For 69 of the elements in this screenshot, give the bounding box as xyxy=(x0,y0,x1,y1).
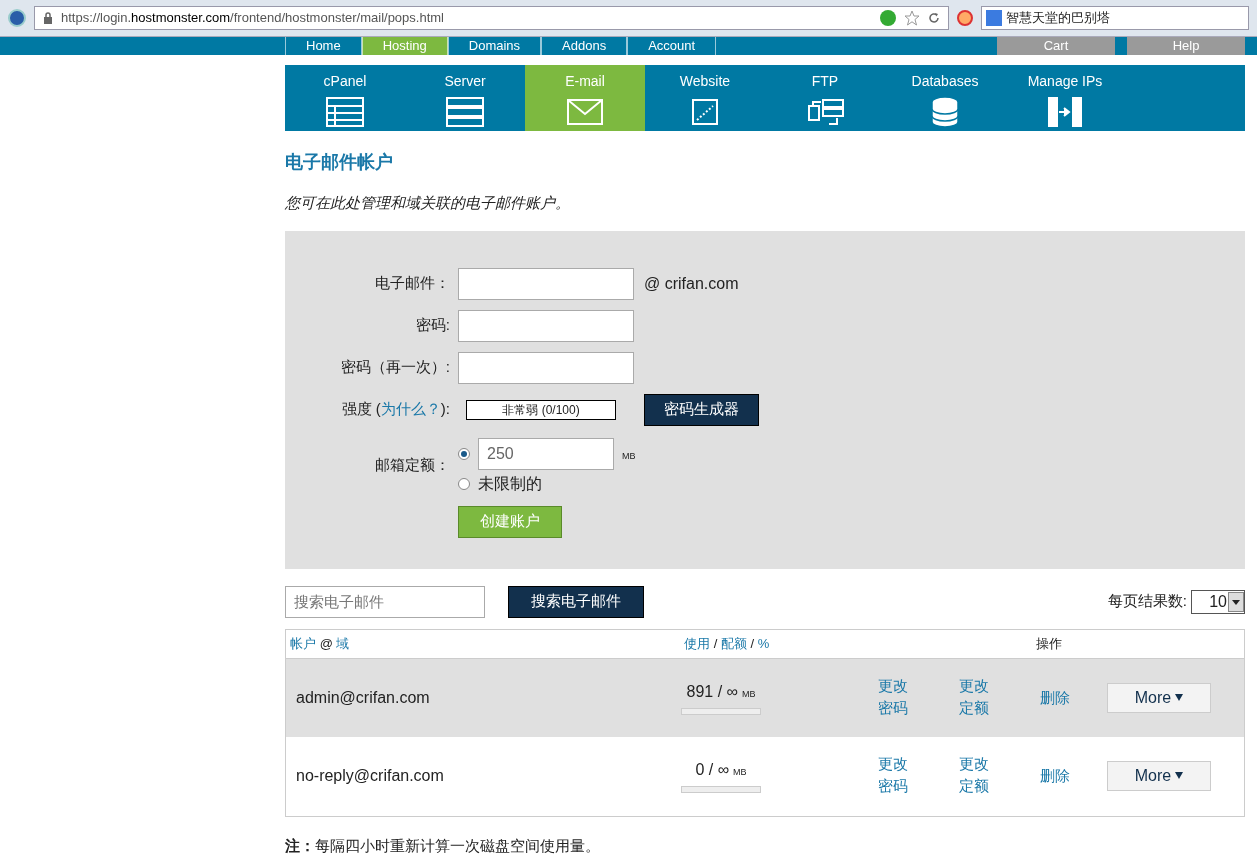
browser-logo-icon xyxy=(8,9,26,27)
caret-icon xyxy=(1175,694,1184,701)
password-again-input[interactable] xyxy=(458,351,634,384)
quota-input[interactable]: 250 xyxy=(478,437,614,470)
action-link[interactable]: 删除 xyxy=(1040,764,1072,787)
envelope-icon xyxy=(565,96,605,128)
nav-tab[interactable]: Domains xyxy=(447,37,542,55)
section-tab[interactable]: Manage IPs xyxy=(1005,65,1125,131)
password-input[interactable] xyxy=(458,309,634,342)
email-input[interactable] xyxy=(458,267,634,300)
usage-text: 0 / ∞ xyxy=(695,760,730,780)
column-header: 使用 / 配额 / % xyxy=(683,634,771,653)
per-page-label: 每页结果数: xyxy=(1107,591,1187,612)
page-title: 电子邮件帐户 xyxy=(285,151,394,174)
server-icon xyxy=(445,96,485,128)
action-link[interactable]: 更改定额 xyxy=(959,753,991,797)
section-tab[interactable]: cPanel xyxy=(285,65,405,131)
address-bar[interactable]: https://login.hostmonster.com/frontend/hostmonster/mail/pops.html xyxy=(34,6,949,30)
unit-text: MB xyxy=(733,766,747,779)
url-text: https://login.hostmonster.com/frontend/hostmonster/mail/pops.html xyxy=(61,9,445,28)
intro-text: 您可在此处管理和域关联的电子邮件账户。 xyxy=(285,193,571,213)
blocked-icon[interactable] xyxy=(957,10,973,26)
section-tab[interactable]: FTP xyxy=(765,65,885,131)
unit-text: MB xyxy=(622,449,636,463)
field-label: 密码（再一次）: xyxy=(339,357,451,378)
domain-text: @ crifan.com xyxy=(644,273,739,294)
caret-icon xyxy=(1175,772,1184,779)
action-link[interactable]: 更改定额 xyxy=(959,675,991,719)
nav-tab[interactable]: Home xyxy=(285,37,362,55)
nav-button[interactable]: Help xyxy=(1127,37,1245,55)
lock-icon xyxy=(43,12,53,24)
radio-label: 未限制的 xyxy=(478,473,542,494)
radio-button[interactable] xyxy=(458,477,470,490)
action-link[interactable]: 更改密码 xyxy=(878,753,910,797)
field-label: 电子邮件： xyxy=(374,273,451,294)
password-generator-button[interactable]: 密码生成器 xyxy=(644,393,759,426)
star-icon[interactable] xyxy=(904,10,920,26)
search-bar[interactable]: 智慧天堂的巴别塔 xyxy=(981,6,1249,30)
server-arrow-icon xyxy=(1045,96,1085,128)
nav-tab[interactable]: Account xyxy=(627,37,717,55)
usage-text: 891 / ∞ xyxy=(686,682,738,702)
why-link[interactable]: 为什么？ xyxy=(380,400,441,418)
field-label: 邮箱定额： xyxy=(374,454,451,475)
field-label: 密码: xyxy=(414,315,451,336)
column-header: 操作 xyxy=(1035,634,1063,653)
file-transfer-icon xyxy=(805,96,845,128)
radio-button[interactable] xyxy=(458,447,470,460)
section-tab[interactable]: Website xyxy=(645,65,765,131)
nav-tab[interactable]: Addons xyxy=(541,37,628,55)
nav-button[interactable]: Cart xyxy=(997,37,1115,55)
per-page-select[interactable]: 10 xyxy=(1191,589,1245,614)
search-input[interactable]: 搜索电子邮件 xyxy=(285,585,485,618)
section-tab[interactable]: Server xyxy=(405,65,525,131)
search-button[interactable]: 搜索电子邮件 xyxy=(508,585,644,618)
strength-meter: 非常弱 (0/100) xyxy=(466,399,616,420)
action-link[interactable]: 更改密码 xyxy=(878,675,910,719)
reload-icon[interactable] xyxy=(928,12,940,24)
go-icon[interactable] xyxy=(880,10,896,26)
more-button[interactable]: More xyxy=(1107,682,1211,713)
grid-panel-icon xyxy=(325,96,365,128)
unit-text: MB xyxy=(741,688,756,701)
note-text: 注：每隔四小时重新计算一次磁盘空间使用量。 xyxy=(285,835,601,856)
more-button[interactable]: More xyxy=(1107,760,1211,791)
field-label: 强度 (为什么？): xyxy=(340,399,451,420)
action-link[interactable]: 删除 xyxy=(1040,686,1072,709)
section-tab[interactable]: Databases xyxy=(885,65,1005,131)
account-cell-text: admin@crifan.com xyxy=(295,687,431,708)
column-header: 帐户 @ 域 xyxy=(289,634,351,653)
account-cell-text: no-reply@crifan.com xyxy=(295,765,445,786)
